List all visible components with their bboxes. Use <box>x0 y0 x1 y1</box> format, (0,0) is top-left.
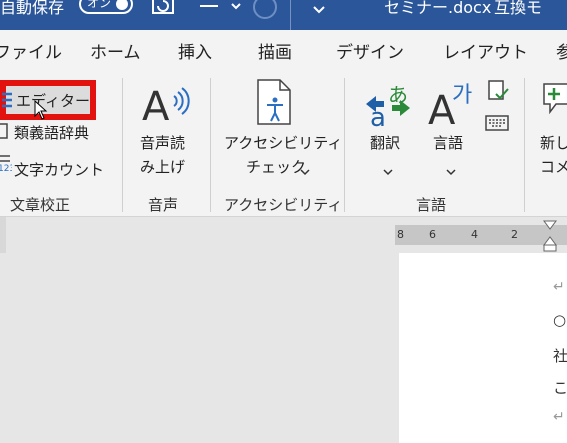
editor-button[interactable]: エディター <box>0 80 96 120</box>
thesaurus-label[interactable]: 類義語辞典 <box>14 122 89 143</box>
ribbon: エディター 類義語辞典 123 文字カウント 文章校正 A 音声読 み上げ 音声… <box>0 70 567 217</box>
group-accessibility: アクセシビリティ <box>224 196 343 214</box>
translate-icon[interactable]: あa <box>364 82 412 133</box>
read-aloud-icon[interactable]: A <box>142 82 190 130</box>
paragraph-mark: ↵ <box>553 409 565 425</box>
accessibility-check-label-2[interactable]: チェック <box>246 156 306 177</box>
mouse-cursor-icon <box>34 99 48 124</box>
language-icon[interactable]: A가 <box>428 80 476 134</box>
ruler-tick-label: 6 <box>429 228 436 241</box>
editor-icon <box>0 90 14 114</box>
group-separator <box>210 78 211 212</box>
language-label[interactable]: 言語 <box>433 132 463 153</box>
chevron-down-icon[interactable] <box>383 162 393 181</box>
indent-marker-icon[interactable] <box>542 219 558 257</box>
keyboard-icon[interactable] <box>485 114 509 136</box>
tab-draw[interactable]: 描画 <box>258 38 292 63</box>
group-separator <box>122 78 123 212</box>
document-page[interactable]: ↵ ○ 社 こ ↵ <box>399 253 567 443</box>
group-separator <box>524 78 525 212</box>
new-comment-icon[interactable] <box>540 78 567 126</box>
ruler-tick-label: 4 <box>471 228 478 241</box>
document-name: セミナー.docx <box>384 0 492 17</box>
compat-mode: 互換モ <box>494 0 543 17</box>
read-aloud-label-2[interactable]: み上げ <box>140 156 185 177</box>
toggle-knob <box>116 0 128 10</box>
chevron-down-icon[interactable] <box>300 162 310 181</box>
tab-design[interactable]: デザイン <box>336 38 404 63</box>
ruler-tick-label: 8 <box>397 228 404 241</box>
word-count-label[interactable]: 文字カウント <box>14 159 104 180</box>
titlebar-separator <box>290 0 291 30</box>
check-language-icon[interactable] <box>486 78 510 108</box>
save-icon[interactable] <box>150 0 176 20</box>
svg-text:가: 가 <box>452 83 472 108</box>
read-aloud-label-1[interactable]: 音声読 <box>140 132 185 153</box>
ribbon-tabs: ファイル ホーム 挿入 描画 デザイン レイアウト 参 <box>0 30 567 70</box>
ruler-tick-label: 2 <box>511 228 518 241</box>
paragraph-mark: ↵ <box>553 279 565 295</box>
tab-file[interactable]: ファイル <box>0 38 62 63</box>
tab-insert[interactable]: 挿入 <box>178 38 212 63</box>
document-text-line: こ <box>553 379 567 397</box>
thesaurus-icon[interactable] <box>0 122 10 144</box>
vertical-ruler <box>0 217 6 253</box>
customize-qat-icon[interactable] <box>312 0 326 19</box>
document-text-line: ○ <box>553 311 567 329</box>
chevron-down-icon[interactable] <box>446 162 456 181</box>
svg-text:あ: あ <box>388 83 408 107</box>
autosave-state: オン <box>87 0 112 10</box>
tab-home[interactable]: ホーム <box>90 38 141 63</box>
tab-references[interactable]: 参 <box>556 38 567 63</box>
svg-text:A: A <box>142 84 170 126</box>
tab-layout[interactable]: レイアウト <box>443 38 528 63</box>
svg-text:123: 123 <box>0 164 12 172</box>
accessibility-check-icon[interactable] <box>254 78 296 130</box>
autosave-toggle[interactable]: オン <box>79 0 133 14</box>
group-voice: 音声 <box>148 196 179 214</box>
horizontal-ruler[interactable]: 8 6 4 2 <box>395 220 567 252</box>
autosave-label: 自動保存 <box>0 0 65 17</box>
undo-icon[interactable] <box>198 0 246 20</box>
new-comment-label-2[interactable]: コメ <box>540 156 567 177</box>
document-text-line: 社 <box>553 347 567 365</box>
group-language: 言語 <box>416 196 447 214</box>
document-area: 8 6 4 2 ↵ ○ 社 こ ↵ <box>0 217 567 443</box>
translate-label[interactable]: 翻訳 <box>370 132 400 153</box>
group-proofing: 文章校正 <box>10 196 71 214</box>
group-separator <box>344 78 345 212</box>
redo-icon[interactable] <box>252 0 278 24</box>
editor-label: エディター <box>16 92 90 110</box>
new-comment-label-1[interactable]: 新し <box>540 132 567 153</box>
accessibility-check-label-1[interactable]: アクセシビリティ <box>224 132 342 153</box>
word-count-icon[interactable]: 123 <box>0 152 15 176</box>
title-bar: 自動保存 オン セミナー.docx 互換モ <box>0 0 567 30</box>
